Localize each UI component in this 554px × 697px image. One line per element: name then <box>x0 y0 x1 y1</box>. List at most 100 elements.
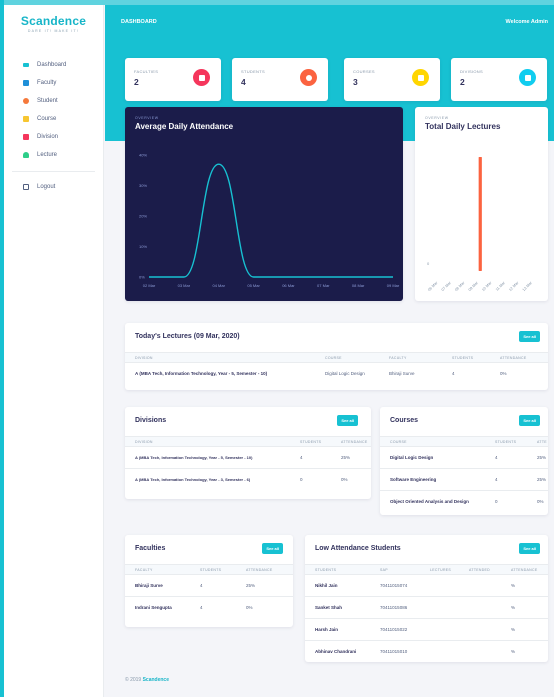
table-cell: A (MBA Tech, Information Technology, Yea… <box>135 477 251 482</box>
x-tick-label: 09 Mar <box>468 280 480 292</box>
table-row[interactable]: Nikhil Jain 70411015074 % <box>305 575 548 597</box>
tablet-icon <box>23 134 29 140</box>
table-cell: 25% <box>537 455 547 460</box>
column-header: STUDENTS <box>495 440 517 444</box>
column-header: COURSE <box>325 356 342 360</box>
table-row[interactable]: Indrani Sengupta 4 0% <box>125 597 293 619</box>
see-all-button[interactable]: See all <box>262 543 283 554</box>
table-header: COURSE STUDENTS ATTE <box>380 436 548 447</box>
x-tick-label: 09 Mar <box>387 283 400 288</box>
panel-title: Courses <box>390 417 419 424</box>
table-cell: 0% <box>341 477 348 482</box>
logout-icon <box>23 184 29 190</box>
table-cell: 70411015074 <box>380 583 408 588</box>
welcome-text: Welcome Admin <box>505 19 548 25</box>
x-tick-label: 08 Mar <box>352 283 365 288</box>
see-all-button[interactable]: See all <box>519 543 540 554</box>
books-icon <box>23 116 29 122</box>
sidebar-item-label: Division <box>37 134 59 140</box>
table-cell: 4 <box>300 455 303 460</box>
today-lectures-panel: Today's Lectures (09 Mar, 2020) See all … <box>125 323 548 390</box>
table-cell: 25% <box>537 477 547 482</box>
column-header: STUDENTS <box>200 568 222 572</box>
table-row[interactable]: Abhinav Chandrani 70411015010 % <box>305 641 548 663</box>
divisions-panel: Divisions See all DIVISION STUDENTS ATTE… <box>125 407 371 499</box>
x-tick-label: 02 Mar <box>143 283 156 288</box>
table-cell: Sanket Shah <box>315 605 343 610</box>
table-cell: 0 <box>300 477 303 482</box>
table-row[interactable]: Software Engineering 4 25% <box>380 469 548 491</box>
sidebar-item-dashboard[interactable]: Dashboard <box>4 56 103 74</box>
column-header: COURSE <box>390 440 407 444</box>
brand-logo[interactable]: Scandence DARE IT! MAKE IT! <box>4 5 103 45</box>
attendance-chart-card: OVERVIEW Average Daily Attendance 0% 10% 2… <box>125 107 403 301</box>
table-cell: 0% <box>537 499 544 504</box>
see-all-button[interactable]: See all <box>337 415 358 426</box>
table-cell: Harsh Jain <box>315 627 339 632</box>
table-row[interactable]: A (MBA Tech, Information Technology, Yea… <box>125 363 548 385</box>
table-cell: 70411015010 <box>380 649 408 654</box>
table-row[interactable]: A (MBA Tech, Information Technology, Yea… <box>125 469 371 491</box>
stat-card-courses[interactable]: COURSES 3 <box>344 58 440 101</box>
sidebar-item-faculty[interactable]: Faculty <box>4 74 103 92</box>
table-cell: % <box>511 605 516 610</box>
sidebar-item-label: Logout <box>37 184 56 190</box>
y-tick-label: 20% <box>139 214 147 219</box>
column-header: ATTENDANCE <box>246 568 273 572</box>
sidebar-item-course[interactable]: Course <box>4 110 103 128</box>
stat-label: DIVISIONS <box>460 69 483 74</box>
table-header: DIVISION COURSE FACULTY STUDENTS ATTENDA… <box>125 352 548 363</box>
column-header: FACULTY <box>389 356 407 360</box>
sidebar-nav: Dashboard Faculty Student Course Divisio… <box>4 56 103 196</box>
column-header: SAP <box>380 568 388 572</box>
table-row[interactable]: Object Oriented Analysis and Design 0 0% <box>380 491 548 513</box>
tablet-icon <box>519 69 536 86</box>
low-attendance-panel: Low Attendance Students See all STUDENTS… <box>305 535 548 662</box>
stat-value: 3 <box>353 77 358 87</box>
sidebar-item-label: Student <box>37 98 58 104</box>
users-icon <box>300 69 317 86</box>
table-cell: 4 <box>200 605 203 610</box>
stat-value: 2 <box>460 77 465 87</box>
see-all-button[interactable]: See all <box>519 331 540 342</box>
stat-card-divisions[interactable]: DIVISIONS 2 <box>451 58 547 101</box>
sidebar-item-label: Course <box>37 116 57 122</box>
table-row[interactable]: Harsh Jain 70411015022 % <box>305 619 548 641</box>
column-header: ATTE <box>537 440 547 444</box>
table-row[interactable]: Bhiraji Surve 4 25% <box>125 575 293 597</box>
table-cell: Bhiraji Surve <box>135 583 163 588</box>
attendance-series-line <box>149 163 393 278</box>
footer-copyright: © 2019 <box>125 677 142 683</box>
table-row[interactable]: Sanket Shah 70411015086 % <box>305 597 548 619</box>
sidebar-divider <box>12 171 95 172</box>
lectures-chart-card: OVERVIEW Total Daily Lectures 0 06 Mar 07 … <box>415 107 548 301</box>
sidebar-item-logout[interactable]: Logout <box>4 178 103 196</box>
table-cell: 70411015086 <box>380 605 408 610</box>
sidebar-item-lecture[interactable]: Lecture <box>4 146 103 164</box>
stat-card-faculties[interactable]: FACULTIES 2 <box>125 58 221 101</box>
users-icon <box>23 98 29 104</box>
sidebar-item-student[interactable]: Student <box>4 92 103 110</box>
y-tick-label: 30% <box>139 183 147 188</box>
x-tick-label: 08 Mar <box>454 280 466 292</box>
panel-title: Faculties <box>135 545 166 552</box>
stat-card-students[interactable]: STUDENTS 4 <box>232 58 328 101</box>
column-header: ATTENDANCE <box>511 568 538 572</box>
table-cell: Digital Logic Design <box>390 455 434 460</box>
stat-label: FACULTIES <box>134 69 159 74</box>
sidebar-item-division[interactable]: Division <box>4 128 103 146</box>
table-row[interactable]: Digital Logic Design 4 25% <box>380 447 548 469</box>
stat-label: STUDENTS <box>241 69 265 74</box>
table-cell: 0% <box>500 371 507 376</box>
column-header: FACULTY <box>135 568 153 572</box>
lectures-bar-chart: 0 06 Mar 07 Mar 08 Mar 09 Mar 10 Mar 11 Mar 12 … <box>427 157 533 292</box>
stat-value: 4 <box>241 77 246 87</box>
table-header: FACULTY STUDENTS ATTENDANCE <box>125 564 293 575</box>
sidebar-item-label: Lecture <box>37 152 58 158</box>
table-row[interactable]: A (MBA Tech, Information Technology, Yea… <box>125 447 371 469</box>
column-header: ATTENDANCE <box>341 440 368 444</box>
footer-brand-link[interactable]: Scandence <box>143 677 169 683</box>
see-all-button[interactable]: See all <box>519 415 540 426</box>
table-cell: Digital Logic Design <box>325 371 365 376</box>
table-cell: % <box>511 583 516 588</box>
